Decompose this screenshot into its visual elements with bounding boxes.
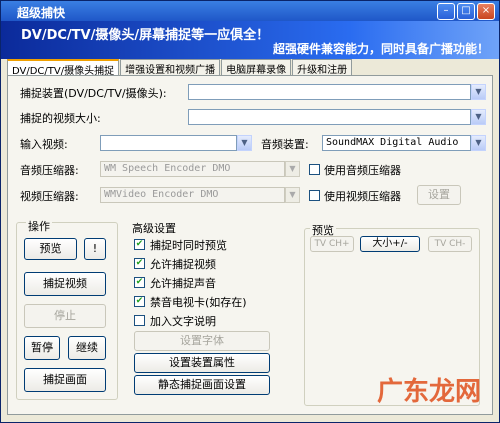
add-text-caption-label: 加入文字说明: [150, 315, 216, 328]
minimize-button[interactable]: –: [437, 3, 455, 20]
audio-compressor-select[interactable]: WM Speech Encoder DMO: [100, 161, 285, 177]
allow-capture-video-checkbox[interactable]: ✔: [134, 258, 145, 269]
pause-button[interactable]: 暂停: [24, 336, 60, 360]
operations-title: 操作: [26, 218, 52, 234]
capture-video-button[interactable]: 捕捉视频: [24, 272, 106, 296]
input-video-select[interactable]: [100, 135, 237, 151]
video-compressor-select[interactable]: WMVideo Encoder DMO: [100, 187, 285, 203]
tab-capture[interactable]: DV/DC/TV/摄像头捕捉: [7, 59, 120, 77]
video-size-label: 捕捉的视频大小:: [20, 112, 101, 125]
audio-device-select[interactable]: SoundMAX Digital Audio: [322, 135, 471, 151]
tab-bar: DV/DC/TV/摄像头捕捉 增强设置和视频广播 电脑屏幕录像 升级和注册: [7, 59, 353, 77]
preview-while-capture-label: 捕捉时同时预览: [150, 239, 227, 252]
video-size-select[interactable]: [188, 109, 471, 125]
tv-channel-down-button[interactable]: TV CH-: [428, 236, 472, 252]
size-toggle-button[interactable]: 大小+/-: [360, 236, 420, 252]
video-compressor-label: 视频压缩器:: [20, 190, 79, 203]
advanced-settings-title: 高级设置: [132, 222, 176, 235]
chevron-down-icon[interactable]: ▼: [471, 135, 486, 151]
close-button[interactable]: ×: [477, 3, 495, 20]
capture-panel: 捕捉装置(DV/DC/TV/摄像头): ▼ 捕捉的视频大小: ▼ 输入视频: ▼…: [7, 75, 493, 415]
promo-banner: DV/DC/TV/摄像头/屏幕捕捉等一应俱全！ 超强硬件兼容能力，同时具备广播功…: [1, 21, 499, 59]
tab-upgrade-register[interactable]: 升级和注册: [292, 59, 353, 76]
chevron-down-icon[interactable]: ▼: [471, 84, 486, 100]
use-video-compressor-checkbox[interactable]: ✔: [309, 190, 320, 201]
capture-device-select[interactable]: [188, 84, 471, 100]
capture-frame-button[interactable]: 捕捉画面: [24, 368, 106, 392]
preview-extra-button[interactable]: !: [84, 238, 106, 260]
tab-enhanced-broadcast[interactable]: 增强设置和视频广播: [120, 59, 221, 76]
app-window: 超级捕快 – □ × DV/DC/TV/摄像头/屏幕捕捉等一应俱全！ 超强硬件兼…: [0, 0, 500, 423]
banner-line-2: 超强硬件兼容能力，同时具备广播功能！: [272, 42, 489, 56]
chevron-down-icon[interactable]: ▼: [285, 187, 300, 203]
mute-tv-card-checkbox[interactable]: ✔: [134, 296, 145, 307]
tab-screen-record[interactable]: 电脑屏幕录像: [221, 59, 292, 76]
input-video-label: 输入视频:: [20, 138, 68, 151]
window-controls: – □ ×: [437, 3, 495, 20]
still-capture-settings-button[interactable]: 静态捕捉画面设置: [134, 375, 270, 395]
stop-button[interactable]: 停止: [24, 304, 106, 328]
device-properties-button[interactable]: 设置装置属性: [134, 353, 270, 373]
title-bar[interactable]: 超级捕快 – □ ×: [1, 1, 499, 21]
chevron-down-icon[interactable]: ▼: [471, 109, 486, 125]
use-video-compressor-label: 使用视频压缩器: [324, 190, 401, 203]
use-audio-compressor-label: 使用音频压缩器: [324, 164, 401, 177]
mute-tv-card-label: 禁音电视卡(如存在): [150, 296, 247, 309]
preview-while-capture-checkbox[interactable]: ✔: [134, 239, 145, 250]
watermark: 广东龙网: [376, 377, 481, 407]
window-title: 超级捕快: [17, 6, 66, 20]
set-font-button[interactable]: 设置字体: [134, 331, 270, 351]
banner-line-1: DV/DC/TV/摄像头/屏幕捕捉等一应俱全！: [21, 28, 270, 43]
audio-compressor-label: 音频压缩器:: [20, 164, 79, 177]
maximize-button[interactable]: □: [457, 3, 475, 20]
use-audio-compressor-checkbox[interactable]: ✔: [309, 164, 320, 175]
capture-device-label: 捕捉装置(DV/DC/TV/摄像头):: [20, 87, 167, 100]
tv-channel-up-button[interactable]: TV CH+: [310, 236, 354, 252]
chevron-down-icon[interactable]: ▼: [237, 135, 252, 151]
allow-capture-video-label: 允许捕捉视频: [150, 258, 216, 271]
audio-device-label: 音频装置:: [261, 138, 309, 151]
add-text-caption-checkbox[interactable]: ✔: [134, 315, 145, 326]
preview-button[interactable]: 预览: [24, 238, 77, 260]
allow-capture-audio-checkbox[interactable]: ✔: [134, 277, 145, 288]
resume-button[interactable]: 继续: [68, 336, 106, 360]
chevron-down-icon[interactable]: ▼: [285, 161, 300, 177]
allow-capture-audio-label: 允许捕捉声音: [150, 277, 216, 290]
settings-button[interactable]: 设置: [417, 185, 461, 205]
